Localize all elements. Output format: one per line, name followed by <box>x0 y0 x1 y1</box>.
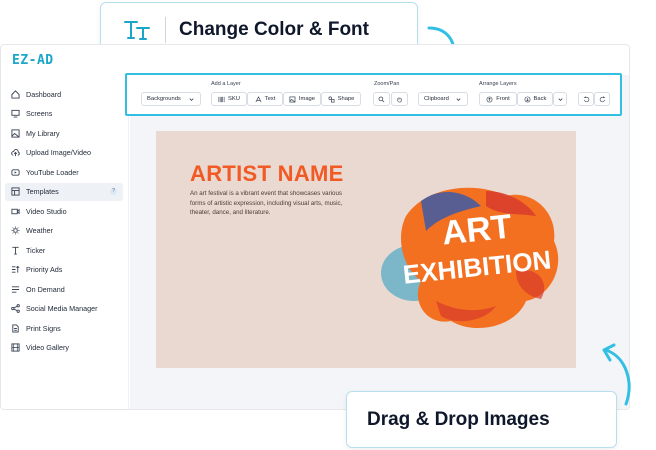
add-layer-title: Add a Layer <box>211 81 241 87</box>
text-format-icon <box>124 21 150 40</box>
backgrounds-dropdown[interactable]: Backgrounds <box>141 92 201 106</box>
sidebar-item-label: Print Signs <box>26 323 61 333</box>
drag-drop-callout: Drag & Drop Images <box>346 391 617 448</box>
sidebar-item-label: My Library <box>26 128 60 138</box>
help-badge[interactable]: ? <box>110 187 117 195</box>
back-label: Back <box>533 96 547 102</box>
chevron-down-icon <box>189 97 194 101</box>
sidebar-item-label: Screens <box>26 109 53 118</box>
sidebar-item-video-gallery[interactable]: Video Gallery <box>5 339 123 357</box>
design-canvas[interactable]: ARTIST NAME An art festival is a vibrant… <box>156 131 576 368</box>
zoom-pan-title: Zoom/Pan <box>374 81 400 87</box>
text-label: Text <box>264 96 276 102</box>
sidebar-item-ticker[interactable]: Ticker <box>5 241 123 259</box>
sidebar-item-upload[interactable]: Upload Image/Video <box>5 144 123 162</box>
arrow-down-circle-icon <box>524 96 530 102</box>
sidebar-item-priority-ads[interactable]: Priority Ads <box>5 261 123 279</box>
sidebar-item-label: On Demand <box>26 284 65 294</box>
barcode-icon <box>218 96 225 102</box>
canvas-description[interactable]: An art festival is a vibrant event that … <box>190 189 350 218</box>
arrange-layers-title: Arrange Layers <box>479 81 517 87</box>
graphic-line-art: ART <box>440 207 514 252</box>
add-text-button[interactable]: Text <box>247 92 283 106</box>
list-icon <box>11 285 20 294</box>
redo-icon <box>599 95 605 102</box>
sidebar-item-social-media[interactable]: Social Media Manager <box>5 300 123 318</box>
home-icon <box>11 89 20 99</box>
image-icon <box>11 128 20 138</box>
pan-button[interactable] <box>391 92 408 106</box>
video-icon <box>11 207 20 216</box>
add-image-button[interactable]: Image <box>283 92 321 106</box>
callout-title: Drag & Drop Images <box>367 409 550 430</box>
sidebar: Dashboard Screens My Library Upload Imag… <box>1 75 129 409</box>
shapes-icon <box>328 96 335 102</box>
backgrounds-label: Backgrounds <box>147 96 181 102</box>
hand-icon <box>397 96 402 102</box>
sidebar-item-on-demand[interactable]: On Demand <box>5 280 123 298</box>
art-exhibition-graphic[interactable]: ART EXHIBITION <box>366 161 566 341</box>
upload-cloud-icon <box>11 148 20 157</box>
sidebar-item-print-signs[interactable]: Print Signs <box>5 319 123 337</box>
sidebar-item-label: Ticker <box>26 245 46 255</box>
share-icon <box>11 304 20 313</box>
priority-icon <box>11 265 20 274</box>
sidebar-item-my-library[interactable]: My Library <box>5 124 123 142</box>
chevron-down-icon <box>557 97 563 101</box>
canvas-title[interactable]: ARTIST NAME <box>190 161 344 187</box>
callout-divider <box>165 17 166 43</box>
undo-icon <box>583 95 589 102</box>
ez-ad-logo: EZ-AD <box>12 53 54 68</box>
sidebar-item-weather[interactable]: Weather <box>5 222 123 240</box>
add-shape-button[interactable]: Shape <box>321 92 361 106</box>
arrow-up-circle-icon <box>486 96 493 102</box>
clipboard-dropdown[interactable]: Clipboard <box>418 92 468 106</box>
shape-label: Shape <box>337 96 355 102</box>
sidebar-item-label: Templates <box>26 187 59 196</box>
image-icon <box>289 96 296 102</box>
monitor-icon <box>11 109 20 118</box>
sidebar-item-dashboard[interactable]: Dashboard <box>5 85 123 103</box>
doc-icon <box>11 323 20 333</box>
text-icon <box>11 246 20 255</box>
editor-toolbar: Backgrounds Add a Layer SKU Text Image S… <box>125 73 622 116</box>
sidebar-item-label: Dashboard <box>26 89 62 99</box>
redo-button[interactable] <box>594 92 610 106</box>
front-label: Front <box>496 96 510 102</box>
sidebar-item-templates[interactable]: Templates ? <box>5 182 123 201</box>
sidebar-item-screens[interactable]: Screens <box>5 105 123 123</box>
sun-icon <box>11 226 20 235</box>
film-icon <box>11 343 20 352</box>
sku-label: SKU <box>228 96 240 102</box>
text-icon <box>255 95 262 102</box>
image-label: Image <box>298 96 315 102</box>
sidebar-item-youtube[interactable]: YouTube Loader <box>5 163 123 181</box>
sidebar-item-label: Priority Ads <box>26 265 63 274</box>
sidebar-item-label: Weather <box>26 226 54 235</box>
search-icon <box>378 96 385 102</box>
send-back-button[interactable]: Back <box>517 92 553 106</box>
sidebar-item-video-studio[interactable]: Video Studio <box>5 202 123 220</box>
undo-button[interactable] <box>578 92 594 106</box>
bring-front-button[interactable]: Front <box>479 92 517 106</box>
sidebar-item-label: YouTube Loader <box>26 167 79 177</box>
clipboard-label: Clipboard <box>424 96 449 102</box>
sidebar-item-label: Social Media Manager <box>26 304 98 313</box>
zoom-button[interactable] <box>373 92 390 106</box>
sidebar-item-label: Upload Image/Video <box>26 148 91 157</box>
add-sku-button[interactable]: SKU <box>211 92 247 106</box>
arrange-more-dropdown[interactable] <box>553 92 567 106</box>
chevron-down-icon <box>456 97 461 101</box>
youtube-icon <box>11 168 20 177</box>
templates-icon <box>11 187 20 196</box>
sidebar-item-label: Video Gallery <box>26 343 70 352</box>
sidebar-item-label: Video Studio <box>26 206 67 216</box>
callout-title: Change Color & Font <box>179 19 369 40</box>
